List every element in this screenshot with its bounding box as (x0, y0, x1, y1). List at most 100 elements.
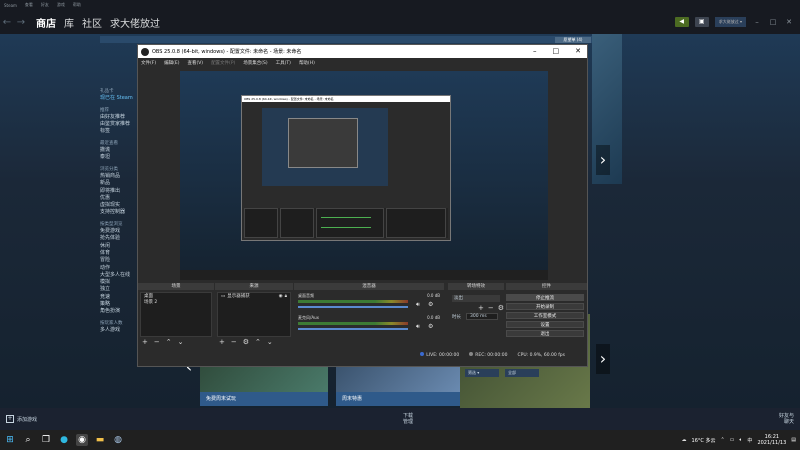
tab-username[interactable]: 求大佬放过 (110, 15, 160, 30)
weekend-deal-card[interactable]: 周末特惠 (336, 392, 460, 406)
obs-docks: 场景 桌面 场景 2 + − ⌃ ⌄ 来源 ▭ 显示器捕获 ◉ 🔒︎ + − ⚙… (138, 283, 587, 347)
chevron-up-icon[interactable]: ⌃ (720, 437, 724, 443)
add-icon[interactable]: + (142, 338, 148, 346)
sidebar-item[interactable]: 角色扮演 (100, 308, 140, 315)
weather-icon: ☁ (681, 437, 687, 443)
source-item[interactable]: 显示器捕获 (225, 294, 278, 300)
menu-friends[interactable]: 好友 (41, 2, 49, 8)
obs-menu-view[interactable]: 查看(V) (187, 60, 203, 66)
obs-close-icon[interactable]: ✕ (575, 47, 581, 55)
browse-heading: 浏览分类 (100, 166, 118, 172)
remove-icon[interactable]: − (231, 338, 237, 346)
sidebar-item[interactable]: 独立 (100, 286, 140, 293)
volume-slider[interactable] (298, 328, 408, 330)
sidebar-item[interactable]: 动作 (100, 265, 140, 272)
free-weekend-card[interactable]: 免费周末试玩 (200, 392, 328, 406)
gear-icon[interactable]: ⚙ (428, 323, 433, 330)
sidebar-item[interactable]: 标签 (100, 128, 140, 135)
sidebar-item[interactable]: 泰坦 (100, 154, 140, 161)
forward-arrow-icon[interactable]: → (14, 17, 28, 28)
tab-community[interactable]: 社区 (82, 15, 102, 30)
obs-menu-scene-collection[interactable]: 场景集合(S) (243, 60, 267, 66)
tab-library[interactable]: 库 (64, 15, 74, 30)
minimize-icon[interactable]: – (752, 18, 762, 26)
menu-help[interactable]: 帮助 (73, 2, 81, 8)
maximize-icon[interactable]: □ (768, 18, 778, 26)
gear-icon[interactable]: ⚙ (498, 304, 504, 312)
duration-input[interactable]: 300 ms (466, 313, 498, 320)
menu-view[interactable]: 查看 (25, 2, 33, 8)
sidebar-item[interactable]: 即将推出 (100, 188, 140, 195)
obs-taskbar-icon[interactable]: ◉ (76, 434, 88, 446)
friends-chat-button[interactable]: 好友与 聊天 (779, 413, 794, 425)
gift-card-link[interactable]: 现已在 Steam (100, 95, 140, 102)
windows-start-icon[interactable]: ⊞ (4, 434, 16, 446)
volume-slider[interactable] (298, 306, 408, 308)
sidebar-item[interactable]: 多人游戏 (100, 327, 140, 334)
obs-menu-edit[interactable]: 编辑(E) (164, 60, 179, 66)
nested-docks (244, 208, 448, 238)
obs-menu-file[interactable]: 文件(F) (141, 60, 156, 66)
downloads-button[interactable]: 下载 管理 (403, 413, 413, 425)
file-explorer-icon[interactable]: ▬ (94, 434, 106, 446)
close-icon[interactable]: ✕ (784, 18, 794, 26)
add-icon[interactable]: + (478, 304, 484, 312)
transitions-dock: 转场特效 淡出 + − ⚙ 时长 300 ms (448, 283, 504, 347)
lock-icon[interactable]: 🔒︎ (283, 294, 287, 300)
obs-minimize-icon[interactable]: – (533, 47, 537, 55)
sidebar-item[interactable]: 抢先体验 (100, 235, 140, 242)
sidebar-item[interactable]: 支持控制器 (100, 209, 140, 216)
chevron-right-icon[interactable]: › (596, 145, 610, 175)
task-view-icon[interactable]: ❐ (40, 434, 52, 446)
ime-indicator[interactable]: 中 (747, 437, 752, 444)
menu-games[interactable]: 游戏 (57, 2, 65, 8)
move-up-icon[interactable]: ⌃ (255, 338, 261, 346)
filter-select[interactable]: 筛选 ▾ (465, 369, 499, 377)
move-down-icon[interactable]: ⌄ (267, 338, 273, 346)
studio-mode-button[interactable]: 工作室模式 (506, 312, 584, 319)
edge-icon[interactable]: ● (58, 434, 70, 446)
weather-text[interactable]: 16°C 多云 (692, 437, 716, 444)
sidebar-item[interactable]: 竞速 (100, 294, 140, 301)
chevron-right-icon[interactable]: › (596, 344, 610, 374)
scene-item[interactable]: 场景 2 (144, 300, 208, 306)
volume-icon[interactable]: 🔈︎ (739, 437, 742, 443)
steam-taskbar-icon[interactable]: ◍ (112, 434, 124, 446)
notification-icon[interactable]: ▣ (694, 17, 709, 27)
move-down-icon[interactable]: ⌄ (178, 338, 184, 346)
transition-select[interactable]: 淡出 (452, 295, 500, 302)
remove-icon[interactable]: − (488, 304, 494, 312)
gear-icon[interactable]: ⚙ (428, 301, 433, 308)
clock[interactable]: 16:21 2021/11/13 (757, 434, 786, 446)
broadcast-icon[interactable]: ◀ (674, 17, 689, 27)
exit-button[interactable]: 退出 (506, 330, 584, 337)
add-icon[interactable]: + (219, 338, 225, 346)
stop-streaming-button[interactable]: 停止推流 (506, 294, 584, 301)
tab-store[interactable]: 商店 (36, 15, 56, 30)
speaker-icon[interactable]: 🔊︎ (416, 301, 420, 309)
user-badge[interactable]: 求大佬放过 ▾ (714, 17, 746, 27)
sidebar-item[interactable]: 冒险 (100, 257, 140, 264)
all-select[interactable]: 全部 (505, 369, 539, 377)
sidebar-item[interactable]: 休闲 (100, 243, 140, 250)
menu-steam[interactable]: Steam (4, 3, 17, 8)
start-recording-button[interactable]: 开始录制 (506, 303, 584, 310)
controls-dock: 控件 停止推流 开始录制 工作室模式 设置 退出 (506, 283, 587, 347)
add-game-button[interactable]: + 添加游戏 (6, 415, 37, 423)
gear-icon[interactable]: ⚙ (243, 338, 249, 346)
back-arrow-icon[interactable]: ← (0, 17, 14, 28)
settings-button[interactable]: 设置 (506, 321, 584, 328)
remove-icon[interactable]: − (154, 338, 160, 346)
network-icon[interactable]: ▭ (730, 437, 735, 443)
search-icon[interactable]: ⌕ (22, 434, 34, 446)
obs-menu-help[interactable]: 帮助(H) (299, 60, 315, 66)
obs-preview[interactable]: OBS 25.0.8 (64-bit, windows) - 配置文件: 未命名… (180, 71, 548, 280)
move-up-icon[interactable]: ⌃ (166, 338, 172, 346)
obs-maximize-icon[interactable]: □ (553, 47, 560, 55)
obs-menu-tools[interactable]: 工具(T) (276, 60, 291, 66)
speaker-icon[interactable]: 🔊︎ (416, 323, 420, 331)
obs-menu-profile[interactable]: 配置文件(P) (211, 60, 235, 66)
sidebar-item[interactable]: 新品 (100, 180, 140, 187)
notification-center-icon[interactable]: ▤ (791, 437, 796, 443)
wishlist-button[interactable]: 愿望单 (4) (555, 37, 591, 43)
